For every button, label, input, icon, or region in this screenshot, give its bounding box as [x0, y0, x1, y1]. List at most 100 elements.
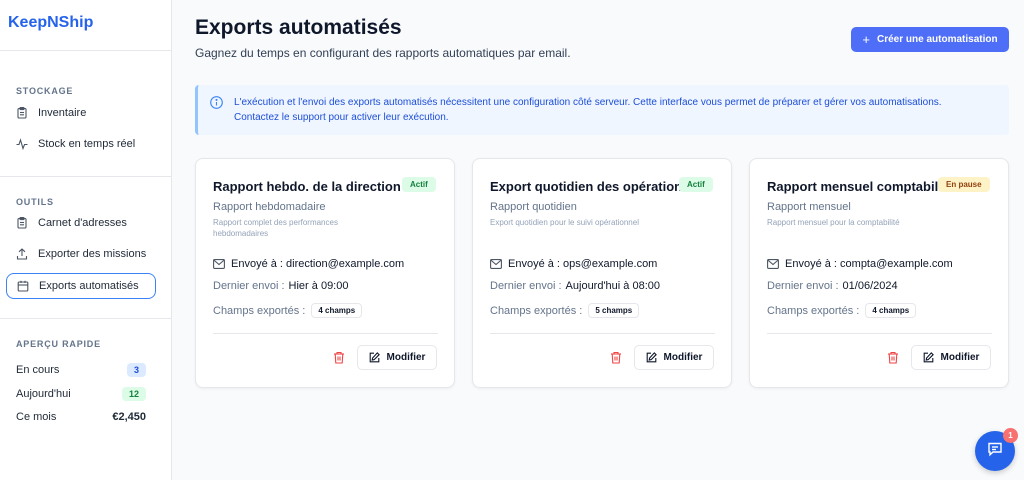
fields-label: Champs exportés :	[213, 304, 306, 317]
app-logo[interactable]: KeepNShip	[0, 0, 171, 51]
section-title-tools: OUTILS	[16, 197, 54, 207]
edit-icon	[369, 352, 380, 363]
info-text-line-1: L'exécution et l'envoi des exports autom…	[234, 97, 942, 108]
fields-count-badge: 5 champs	[588, 303, 640, 318]
card-title: Export quotidien des opérations	[490, 179, 690, 194]
card-description: Export quotidien pour le suivi opération…	[490, 218, 639, 227]
modify-label: Modifier	[663, 352, 703, 363]
sidebar-item-export-missions[interactable]: Exporter des missions	[6, 241, 156, 267]
sidebar-item-inventory[interactable]: Inventaire	[6, 100, 156, 126]
fields-label: Champs exportés :	[490, 304, 583, 317]
edit-icon	[923, 352, 934, 363]
card-exported-fields: Champs exportés : 4 champs	[767, 303, 917, 318]
card-recipient: Envoyé à : compta@example.com	[767, 258, 953, 270]
card-recipient-text: Envoyé à : direction@example.com	[231, 258, 405, 270]
modify-label: Modifier	[386, 352, 426, 363]
sidebar-item-label: Exports automatisés	[39, 280, 139, 292]
quick-stat-badge: 3	[126, 363, 146, 377]
card-recipient: Envoyé à : direction@example.com	[213, 258, 404, 270]
sidebar-item-label: Inventaire	[38, 107, 87, 119]
quick-stat-in-progress: En cours 3	[16, 363, 146, 377]
notification-badge: 1	[1003, 428, 1018, 443]
card-divider	[490, 333, 715, 334]
sidebar-item-label: Carnet d'adresses	[38, 217, 127, 229]
calendar-icon	[17, 280, 29, 292]
automation-card: Rapport hebdo. de la direction Actif Rap…	[195, 158, 455, 388]
activity-icon	[16, 138, 28, 150]
sidebar-item-auto-exports[interactable]: Exports automatisés	[6, 273, 156, 299]
card-last-sent: Dernier envoi : Aujourd'hui à 08:00	[490, 280, 660, 292]
quick-stat-value: €2,450	[112, 411, 146, 423]
modify-button[interactable]: Modifier	[634, 345, 714, 370]
automation-card: Rapport mensuel comptabilité En pause Ra…	[749, 158, 1009, 388]
card-recipient: Envoyé à : ops@example.com	[490, 258, 657, 270]
card-exported-fields: Champs exportés : 4 champs	[213, 303, 363, 318]
modify-label: Modifier	[940, 352, 980, 363]
card-exported-fields: Champs exportés : 5 champs	[490, 303, 640, 318]
info-icon	[210, 96, 223, 109]
fields-label: Champs exportés :	[767, 304, 860, 317]
sidebar-divider	[0, 318, 171, 319]
card-title: Rapport mensuel comptabilité	[767, 179, 954, 194]
sidebar-item-label: Stock en temps réel	[38, 138, 136, 150]
status-badge: En pause	[938, 177, 990, 192]
trash-icon[interactable]	[610, 351, 622, 364]
card-divider	[767, 333, 992, 334]
plus-icon: +	[862, 32, 870, 47]
card-frequency: Rapport hebdomadaire	[213, 201, 326, 213]
sidebar-item-label: Exporter des missions	[38, 248, 147, 260]
sidebar-divider	[0, 176, 171, 177]
automation-card: Export quotidien des opérations Actif Ra…	[472, 158, 732, 388]
create-automation-label: Créer une automatisation	[877, 34, 998, 45]
card-frequency: Rapport mensuel	[767, 201, 851, 213]
card-divider	[213, 333, 438, 334]
sidebar-item-address-book[interactable]: Carnet d'adresses	[6, 210, 156, 236]
quick-stat-this-month: Ce mois €2,450	[16, 411, 146, 423]
card-frequency: Rapport quotidien	[490, 201, 577, 213]
page-title: Exports automatisés	[195, 16, 402, 39]
info-banner: L'exécution et l'envoi des exports autom…	[195, 85, 1009, 135]
modify-button[interactable]: Modifier	[911, 345, 991, 370]
last-sent-value: Hier à 09:00	[288, 280, 349, 292]
last-sent-label: Dernier envoi :	[213, 280, 285, 292]
fields-count-badge: 4 champs	[865, 303, 917, 318]
clipboard-icon	[16, 217, 28, 229]
quick-stat-label: Aujourd'hui	[16, 388, 71, 400]
card-recipient-text: Envoyé à : ops@example.com	[508, 258, 658, 270]
quick-stat-label: En cours	[16, 364, 60, 376]
last-sent-label: Dernier envoi :	[490, 280, 562, 292]
card-recipient-text: Envoyé à : compta@example.com	[785, 258, 953, 270]
trash-icon[interactable]	[887, 351, 899, 364]
sidebar-item-realtime-stock[interactable]: Stock en temps réel	[6, 131, 156, 157]
create-automation-button[interactable]: + Créer une automatisation	[851, 27, 1009, 52]
main-content: Exports automatisés Gagnez du temps en c…	[172, 0, 1024, 480]
info-text-line-2: Contactez le support pour activer leur e…	[234, 112, 449, 123]
modify-button[interactable]: Modifier	[357, 345, 437, 370]
edit-icon	[646, 352, 657, 363]
last-sent-value: Aujourd'hui à 08:00	[565, 280, 660, 292]
card-title: Rapport hebdo. de la direction	[213, 179, 401, 194]
quick-stat-label: Ce mois	[16, 411, 57, 423]
quick-stat-badge: 12	[121, 387, 146, 401]
page-subtitle: Gagnez du temps en configurant des rappo…	[195, 46, 571, 60]
card-description: Rapport mensuel pour la comptabilité	[767, 218, 900, 227]
last-sent-value: 01/06/2024	[842, 280, 898, 292]
mail-icon	[490, 259, 502, 269]
status-badge: Actif	[402, 177, 436, 192]
clipboard-icon	[16, 107, 28, 119]
fields-count-badge: 4 champs	[311, 303, 363, 318]
sidebar: KeepNShip STOCKAGE Inventaire Stock en t…	[0, 0, 172, 480]
card-description: Rapport complet des performances hebdoma…	[213, 218, 338, 238]
quick-stat-today: Aujourd'hui 12	[16, 387, 146, 401]
status-badge: Actif	[679, 177, 713, 192]
last-sent-label: Dernier envoi :	[767, 280, 839, 292]
upload-icon	[16, 248, 28, 260]
mail-icon	[767, 259, 779, 269]
card-last-sent: Dernier envoi : Hier à 09:00	[213, 280, 348, 292]
chat-bubble-icon	[987, 441, 1003, 462]
section-title-quick-overview: APERÇU RAPIDE	[16, 339, 101, 349]
card-last-sent: Dernier envoi :01/06/2024	[767, 280, 898, 292]
section-title-storage: STOCKAGE	[16, 86, 74, 96]
mail-icon	[213, 259, 225, 269]
trash-icon[interactable]	[333, 351, 345, 364]
